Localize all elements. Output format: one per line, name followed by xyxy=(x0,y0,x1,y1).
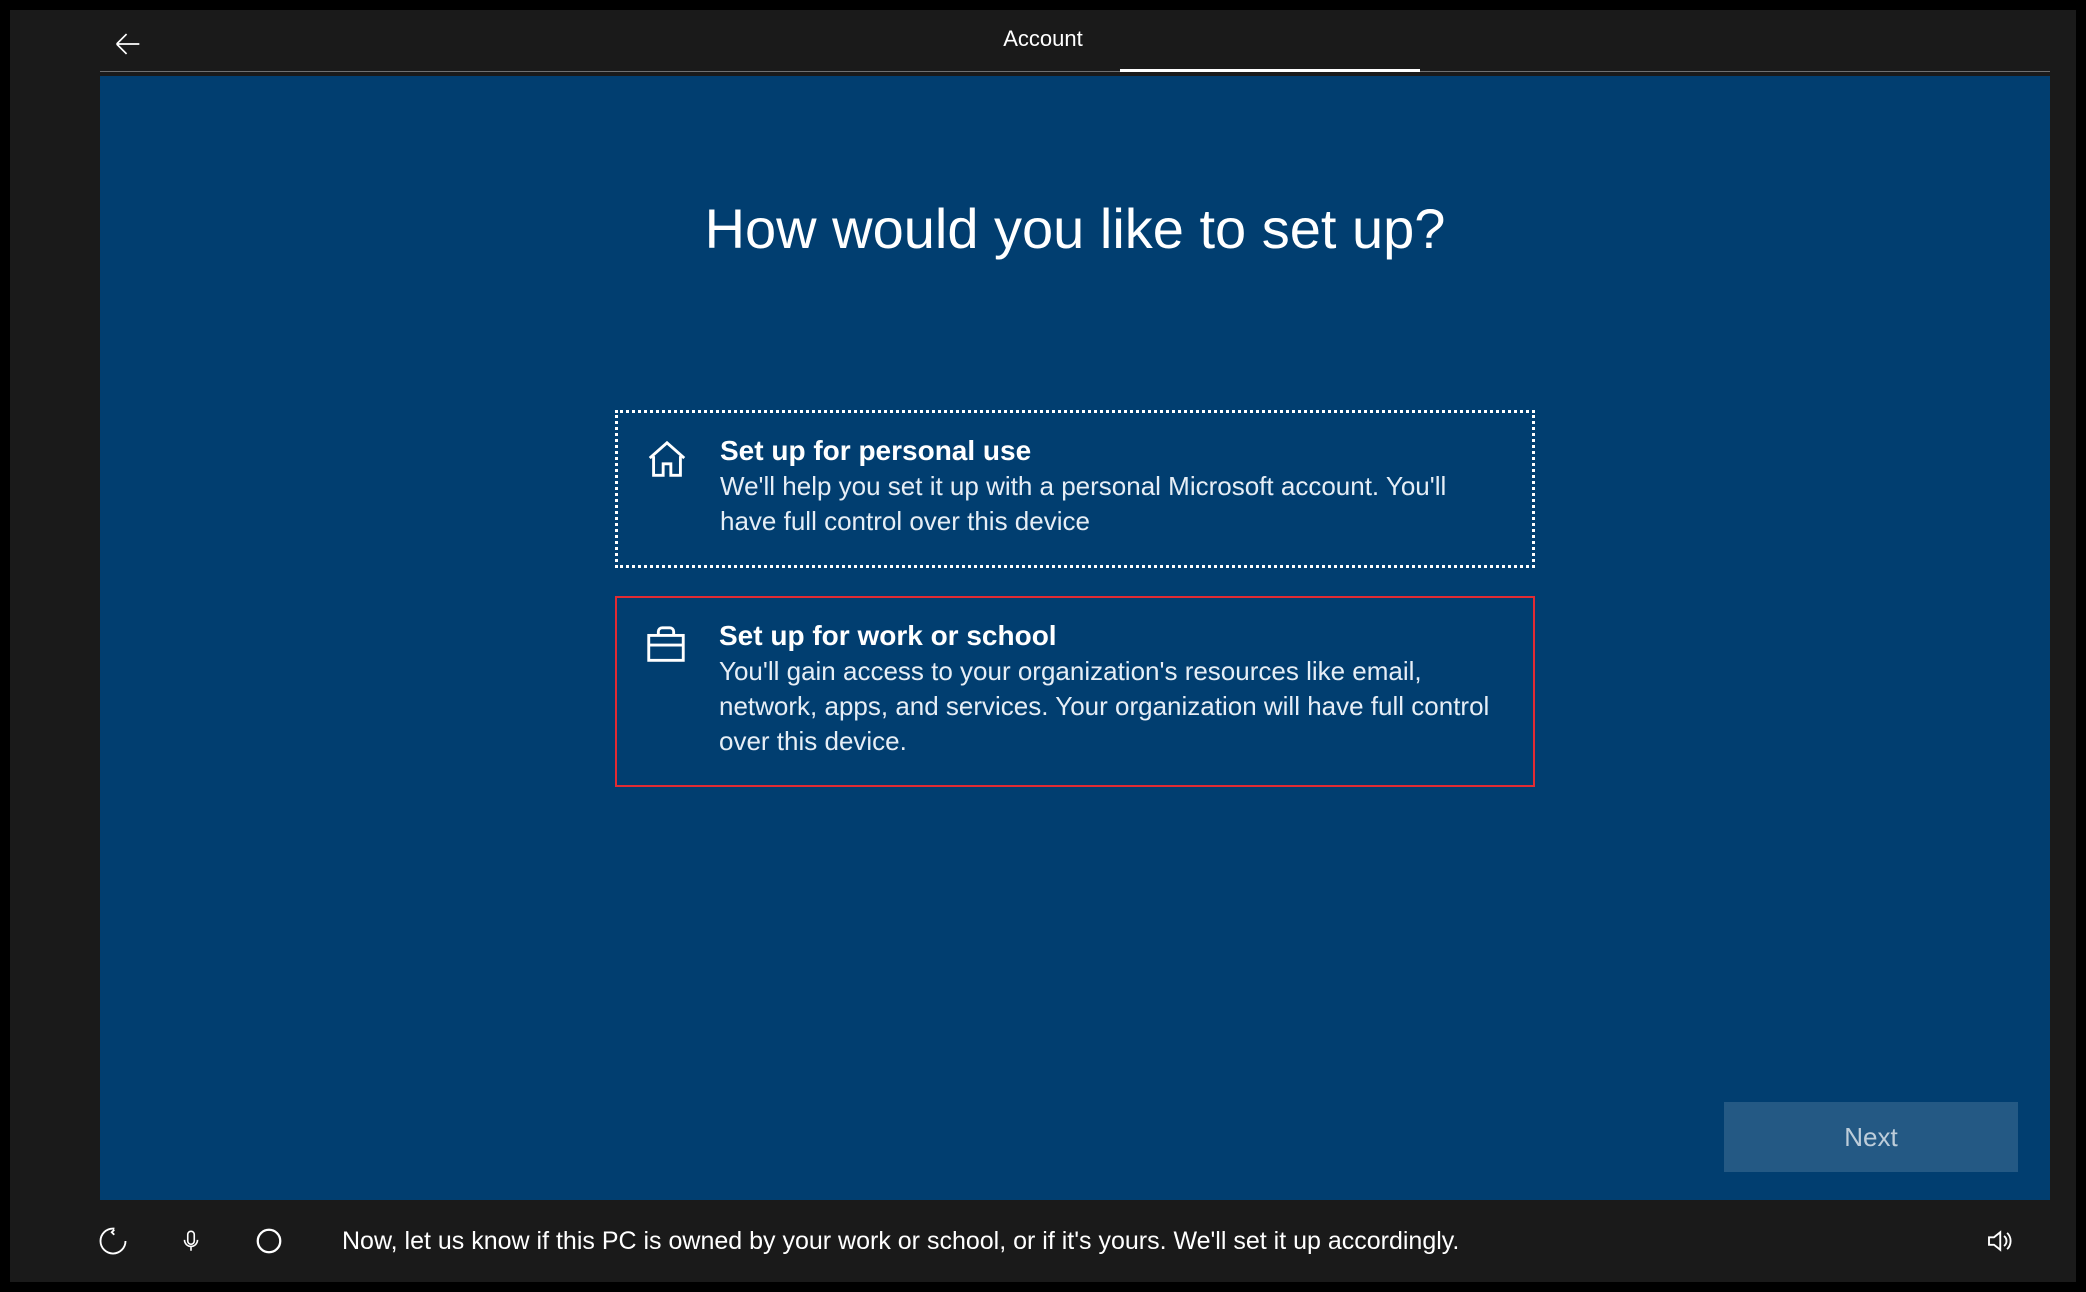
option-work-description: You'll gain access to your organization'… xyxy=(719,654,1507,759)
option-work-heading: Set up for work or school xyxy=(719,620,1507,652)
next-button[interactable]: Next xyxy=(1724,1102,2018,1172)
bottom-bar: Now, let us know if this PC is owned by … xyxy=(10,1200,2076,1282)
header: Account xyxy=(10,10,2076,72)
option-personal-heading: Set up for personal use xyxy=(720,435,1506,467)
tab-account[interactable]: Account xyxy=(1003,26,1083,52)
tab-underline xyxy=(1120,69,1420,72)
cortana-text: Now, let us know if this PC is owned by … xyxy=(342,1227,1982,1256)
home-icon xyxy=(644,435,696,539)
volume-icon[interactable] xyxy=(1982,1224,2016,1258)
tray-icons xyxy=(96,1224,286,1258)
microphone-icon[interactable] xyxy=(174,1224,208,1258)
briefcase-icon xyxy=(643,620,695,759)
cortana-icon[interactable] xyxy=(252,1224,286,1258)
page-title: How would you like to set up? xyxy=(705,196,1446,261)
main-panel: How would you like to set up? Set up for… xyxy=(100,76,2050,1200)
accessibility-icon[interactable] xyxy=(96,1224,130,1258)
option-personal-description: We'll help you set it up with a personal… xyxy=(720,469,1506,539)
back-button[interactable] xyxy=(110,26,146,62)
header-divider xyxy=(100,71,2050,72)
option-personal[interactable]: Set up for personal use We'll help you s… xyxy=(615,410,1535,568)
options-container: Set up for personal use We'll help you s… xyxy=(615,410,1535,815)
option-work-school[interactable]: Set up for work or school You'll gain ac… xyxy=(615,596,1535,787)
